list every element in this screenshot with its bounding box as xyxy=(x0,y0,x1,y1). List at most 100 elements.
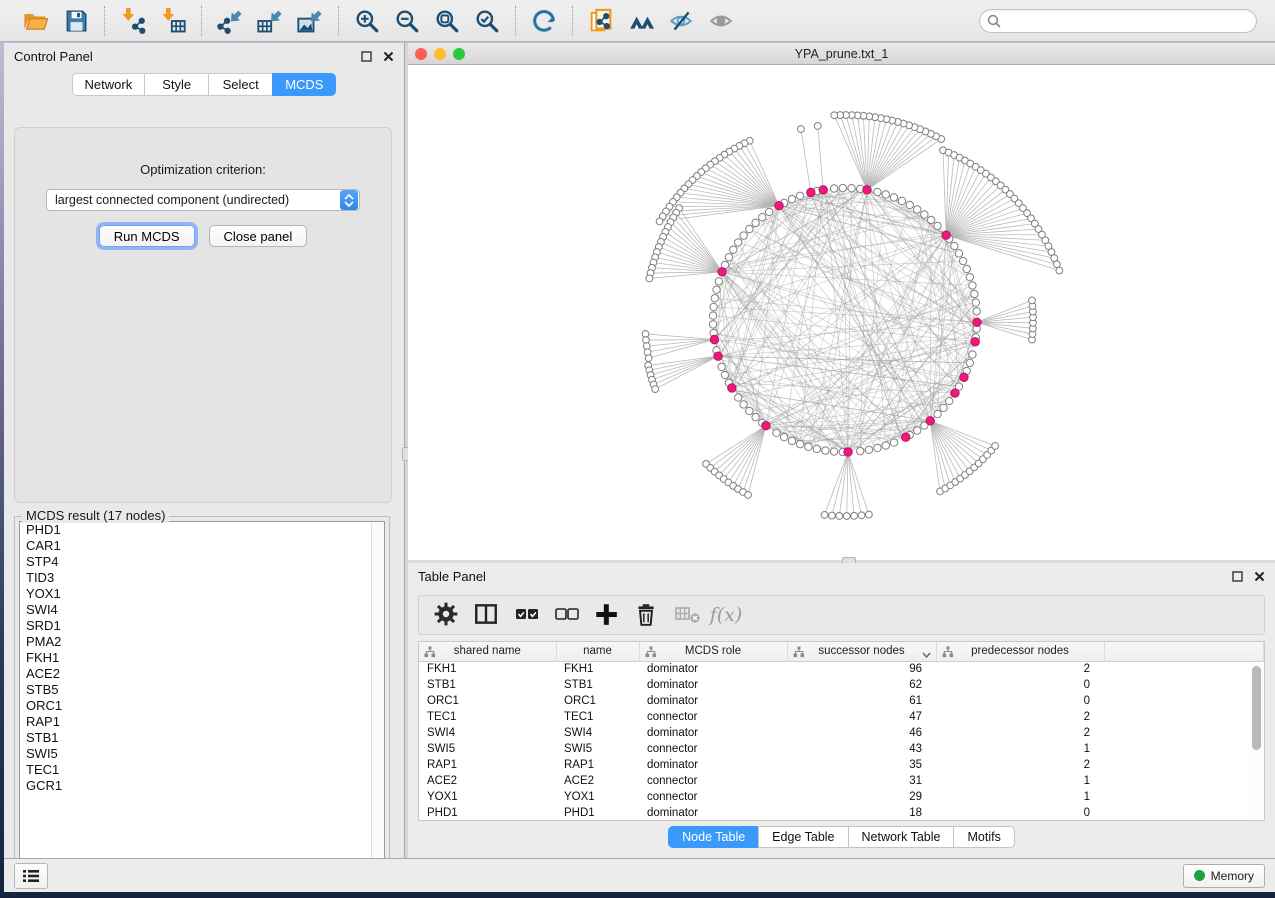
network-node[interactable] xyxy=(969,282,976,289)
mcds-result-item[interactable]: SWI5 xyxy=(20,746,384,762)
run-mcds-button[interactable]: Run MCDS xyxy=(99,225,195,247)
mcds-result-item[interactable]: STP4 xyxy=(20,554,384,570)
deselect-all-button[interactable] xyxy=(553,602,579,628)
network-node[interactable] xyxy=(796,440,803,447)
mcds-list-scrollbar[interactable] xyxy=(371,522,384,875)
network-node[interactable] xyxy=(652,386,659,393)
table-scrollbar-thumb[interactable] xyxy=(1252,666,1261,750)
network-node[interactable] xyxy=(906,201,913,208)
network-node[interactable] xyxy=(969,351,976,358)
network-node[interactable] xyxy=(735,394,742,401)
network-node[interactable] xyxy=(735,239,742,246)
mcds-hub-node[interactable] xyxy=(819,186,827,194)
network-node[interactable] xyxy=(966,359,973,366)
network-node[interactable] xyxy=(710,303,717,310)
table-row[interactable]: STB1STB1dominator620 xyxy=(419,677,1264,693)
network-node[interactable] xyxy=(951,242,958,249)
network-node[interactable] xyxy=(813,445,820,452)
network-node[interactable] xyxy=(828,512,835,519)
network-node[interactable] xyxy=(934,410,941,417)
network-node[interactable] xyxy=(822,447,829,454)
delete-button[interactable] xyxy=(633,602,659,628)
criterion-dropdown[interactable]: largest connected component (undirected) xyxy=(46,189,360,211)
network-node[interactable] xyxy=(848,184,855,191)
mcds-hub-node[interactable] xyxy=(960,373,968,381)
zoom-out-button[interactable] xyxy=(389,5,425,37)
network-window-titlebar[interactable]: YPA_prune.txt_1 xyxy=(408,43,1275,65)
network-node[interactable] xyxy=(656,218,663,225)
mcds-hub-node[interactable] xyxy=(807,188,815,196)
network-node[interactable] xyxy=(882,191,889,198)
network-node[interactable] xyxy=(865,446,872,453)
network-node[interactable] xyxy=(874,444,881,451)
mcds-result-list[interactable]: PHD1CAR1STP4TID3YOX1SWI4SRD1PMA2FKH1ACE2… xyxy=(19,521,385,876)
network-node[interactable] xyxy=(746,407,753,414)
search-input[interactable] xyxy=(979,9,1257,33)
network-node[interactable] xyxy=(798,126,805,133)
network-node[interactable] xyxy=(1056,267,1063,274)
mcds-hub-node[interactable] xyxy=(844,448,852,456)
network-node[interactable] xyxy=(992,443,999,450)
network-node[interactable] xyxy=(882,442,889,449)
network-node[interactable] xyxy=(973,308,980,315)
mcds-result-item[interactable]: ACE2 xyxy=(20,666,384,682)
network-node[interactable] xyxy=(934,222,941,229)
network-node[interactable] xyxy=(1029,297,1036,304)
mcds-result-item[interactable]: SRD1 xyxy=(20,618,384,634)
network-node[interactable] xyxy=(713,286,720,293)
table-row[interactable]: TEC1TEC1connector472 xyxy=(419,709,1264,725)
close-panel-icon[interactable] xyxy=(1253,570,1265,582)
mcds-result-item[interactable]: RAP1 xyxy=(20,714,384,730)
network-node[interactable] xyxy=(740,401,747,408)
column-header-name[interactable]: name xyxy=(556,642,639,661)
table-row[interactable]: PHD1PHD1dominator180 xyxy=(419,805,1264,821)
table-row[interactable]: RAP1RAP1dominator352 xyxy=(419,757,1264,773)
network-node[interactable] xyxy=(814,123,821,130)
network-node[interactable] xyxy=(730,246,737,253)
export-network-button[interactable] xyxy=(212,5,248,37)
network-node[interactable] xyxy=(858,512,865,519)
tab-node-table[interactable]: Node Table xyxy=(668,826,758,848)
mcds-result-item[interactable]: GCR1 xyxy=(20,778,384,794)
mcds-hub-node[interactable] xyxy=(718,268,726,276)
network-node[interactable] xyxy=(780,433,787,440)
network-node[interactable] xyxy=(913,427,920,434)
zoom-selected-button[interactable] xyxy=(469,5,505,37)
table-row[interactable]: ACE2ACE2connector311 xyxy=(419,773,1264,789)
mcds-result-item[interactable]: SWI4 xyxy=(20,602,384,618)
table-row[interactable]: FKH1FKH1dominator962 xyxy=(419,661,1264,677)
mcds-hub-node[interactable] xyxy=(973,318,981,326)
import-table-button[interactable] xyxy=(155,5,191,37)
mcds-result-item[interactable]: CAR1 xyxy=(20,538,384,554)
mcds-hub-node[interactable] xyxy=(926,417,934,425)
column-header-successor-nodes[interactable]: successor nodes xyxy=(787,642,936,661)
mcds-hub-node[interactable] xyxy=(710,335,718,343)
network-node[interactable] xyxy=(830,448,837,455)
network-node[interactable] xyxy=(927,216,934,223)
mcds-hub-node[interactable] xyxy=(942,231,950,239)
network-node[interactable] xyxy=(788,437,795,444)
tab-mcds[interactable]: MCDS xyxy=(272,73,336,96)
select-all-button[interactable] xyxy=(513,602,539,628)
table-row[interactable]: ORC1ORC1dominator610 xyxy=(419,693,1264,709)
network-node[interactable] xyxy=(921,211,928,218)
open-file-button[interactable] xyxy=(18,5,54,37)
mcds-result-item[interactable]: TEC1 xyxy=(20,762,384,778)
network-node[interactable] xyxy=(725,253,732,260)
panel-list-button[interactable] xyxy=(14,863,48,889)
network-canvas[interactable] xyxy=(408,65,1275,560)
tab-network-table[interactable]: Network Table xyxy=(848,826,954,848)
column-header-shared-name[interactable]: shared name xyxy=(419,642,556,661)
zoom-fit-button[interactable] xyxy=(429,5,465,37)
network-node[interactable] xyxy=(830,185,837,192)
network-node[interactable] xyxy=(711,295,718,302)
node-table[interactable]: shared namenameMCDS rolesuccessor nodesp… xyxy=(418,641,1265,821)
hide-selected-button[interactable] xyxy=(663,5,699,37)
network-node[interactable] xyxy=(945,397,952,404)
document-network-button[interactable] xyxy=(583,5,619,37)
mcds-result-item[interactable]: FKH1 xyxy=(20,650,384,666)
network-node[interactable] xyxy=(890,439,897,446)
mcds-hub-node[interactable] xyxy=(728,384,736,392)
network-node[interactable] xyxy=(796,192,803,199)
tab-network[interactable]: Network xyxy=(72,73,145,96)
